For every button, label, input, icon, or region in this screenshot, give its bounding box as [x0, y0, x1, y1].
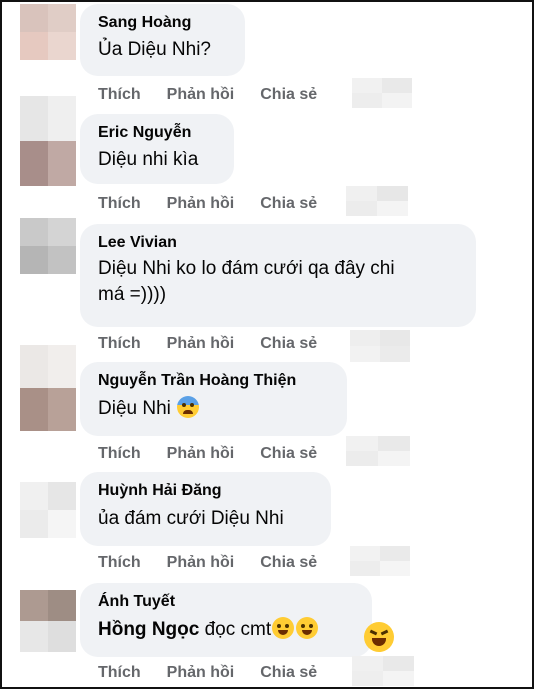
- comment-actions: Thích Phản hồi Chia sẻ: [98, 195, 343, 213]
- comment-text-line2: má =)))): [98, 284, 167, 305]
- avatar[interactable]: [20, 345, 76, 431]
- blurred-reaction: [346, 436, 410, 466]
- comment-bubble: Eric Nguyễn Diệu nhi kìa: [80, 114, 234, 184]
- reply-button[interactable]: Phản hồi: [167, 445, 235, 462]
- like-button[interactable]: Thích: [98, 554, 141, 571]
- avatar[interactable]: [20, 218, 76, 274]
- commenter-name[interactable]: Nguyễn Trần Hoàng Thiện: [98, 371, 329, 391]
- like-button[interactable]: Thích: [98, 664, 141, 681]
- tagged-user-link[interactable]: Hồng Ngọc: [98, 619, 199, 640]
- comment-actions: Thích Phản hồi Chia sẻ: [98, 86, 343, 104]
- comment-text: Ủa Diệu Nhi?: [98, 39, 211, 60]
- blurred-reaction: [352, 78, 412, 108]
- comment-actions: Thích Phản hồi Chia sẻ: [98, 664, 343, 682]
- avatar[interactable]: [20, 4, 76, 60]
- squinting-laugh-emoji-icon: [364, 622, 394, 652]
- comment-bubble: Nguyễn Trần Hoàng Thiện Diệu Nhi: [80, 362, 347, 436]
- commenter-name[interactable]: Lee Vivian: [98, 233, 458, 253]
- avatar[interactable]: [20, 96, 76, 186]
- fearful-face-emoji-icon: [177, 396, 200, 418]
- reply-button[interactable]: Phản hồi: [167, 664, 235, 681]
- tears-of-joy-emoji-icon: [296, 617, 319, 639]
- commenter-name[interactable]: Ánh Tuyết: [98, 592, 354, 612]
- like-button[interactable]: Thích: [98, 86, 141, 103]
- share-button[interactable]: Chia sẻ: [260, 86, 317, 103]
- commenter-name[interactable]: Eric Nguyễn: [98, 123, 216, 143]
- comment-bubble: Lee Vivian Diệu Nhi ko lo đám cưới qa đâ…: [80, 224, 476, 327]
- blurred-reaction: [346, 186, 408, 216]
- avatar[interactable]: [20, 590, 76, 652]
- blurred-reaction: [350, 546, 410, 576]
- share-button[interactable]: Chia sẻ: [260, 445, 317, 462]
- comment-text-content: đọc cmt: [199, 619, 272, 640]
- share-button[interactable]: Chia sẻ: [260, 195, 317, 212]
- reply-button[interactable]: Phản hồi: [167, 554, 235, 571]
- commenter-name[interactable]: Huỳnh Hải Đăng: [98, 481, 313, 501]
- avatar[interactable]: [20, 482, 76, 538]
- reply-button[interactable]: Phản hồi: [167, 195, 235, 212]
- like-button[interactable]: Thích: [98, 335, 141, 352]
- comment-bubble: Ánh Tuyết Hồng Ngọc đọc cmt: [80, 583, 372, 657]
- comment-text-line1: Diệu Nhi ko lo đám cưới qa đây chi: [98, 258, 395, 279]
- reply-button[interactable]: Phản hồi: [167, 86, 235, 103]
- blurred-reaction: [352, 656, 414, 686]
- share-button[interactable]: Chia sẻ: [260, 335, 317, 352]
- comment-actions: Thích Phản hồi Chia sẻ: [98, 335, 343, 353]
- commenter-name[interactable]: Sang Hoàng: [98, 13, 227, 33]
- comment-text-content: Diệu Nhi: [98, 398, 171, 419]
- comment-actions: Thích Phản hồi Chia sẻ: [98, 554, 343, 572]
- comment-text: Hồng Ngọc đọc cmt: [98, 617, 354, 643]
- reply-button[interactable]: Phản hồi: [167, 335, 235, 352]
- comment-actions: Thích Phản hồi Chia sẻ: [98, 445, 343, 463]
- blurred-reaction: [350, 330, 410, 362]
- tears-of-joy-emoji-icon: [272, 617, 295, 639]
- comment-bubble: Sang Hoàng Ủa Diệu Nhi?: [80, 4, 245, 76]
- share-button[interactable]: Chia sẻ: [260, 664, 317, 681]
- like-button[interactable]: Thích: [98, 445, 141, 462]
- like-button[interactable]: Thích: [98, 195, 141, 212]
- comment-text: Diệu nhi kìa: [98, 149, 199, 170]
- comment-text: ủa đám cưới Diệu Nhi: [98, 508, 284, 529]
- share-button[interactable]: Chia sẻ: [260, 554, 317, 571]
- comment-text: Diệu Nhi: [98, 396, 329, 422]
- comment-bubble: Huỳnh Hải Đăng ủa đám cưới Diệu Nhi: [80, 472, 331, 546]
